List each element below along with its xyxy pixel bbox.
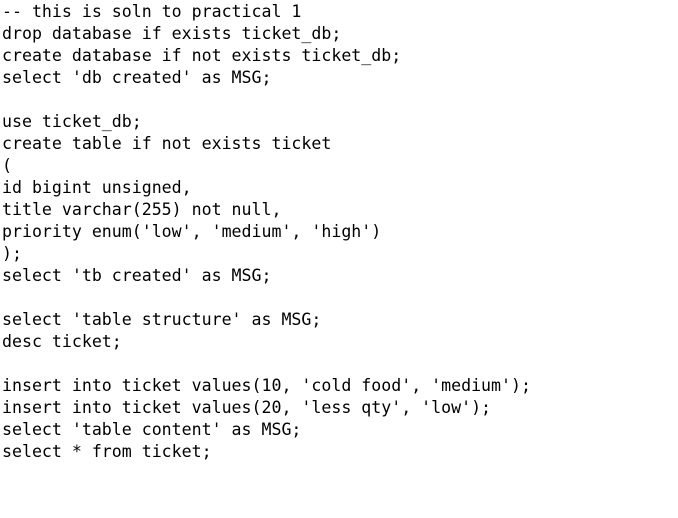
code-line[interactable]: insert into ticket values(20, 'less qty'… xyxy=(2,397,678,419)
code-line[interactable]: -- this is soln to practical 1 xyxy=(2,1,678,23)
code-line[interactable]: drop database if exists ticket_db; xyxy=(2,23,678,45)
code-editor[interactable]: -- this is soln to practical 1 drop data… xyxy=(0,0,678,518)
code-line[interactable]: create database if not exists ticket_db; xyxy=(2,45,678,67)
code-line[interactable]: id bigint unsigned, xyxy=(2,177,678,199)
code-line[interactable]: select 'table content' as MSG; xyxy=(2,419,678,441)
code-line[interactable]: ( xyxy=(2,155,678,177)
code-line[interactable] xyxy=(2,353,678,375)
code-line[interactable]: insert into ticket values(10, 'cold food… xyxy=(2,375,678,397)
code-line[interactable]: select 'db created' as MSG; xyxy=(2,67,678,89)
code-line[interactable]: title varchar(255) not null, xyxy=(2,199,678,221)
code-line[interactable]: ); xyxy=(2,243,678,265)
code-line[interactable]: select 'tb created' as MSG; xyxy=(2,265,678,287)
code-line[interactable]: create table if not exists ticket xyxy=(2,133,678,155)
code-line[interactable]: priority enum('low', 'medium', 'high') xyxy=(2,221,678,243)
code-line[interactable]: select * from ticket; xyxy=(2,441,678,463)
code-line[interactable] xyxy=(2,89,678,111)
code-line[interactable]: desc ticket; xyxy=(2,331,678,353)
code-line[interactable] xyxy=(2,287,678,309)
code-line[interactable]: select 'table structure' as MSG; xyxy=(2,309,678,331)
code-line[interactable]: use ticket_db; xyxy=(2,111,678,133)
